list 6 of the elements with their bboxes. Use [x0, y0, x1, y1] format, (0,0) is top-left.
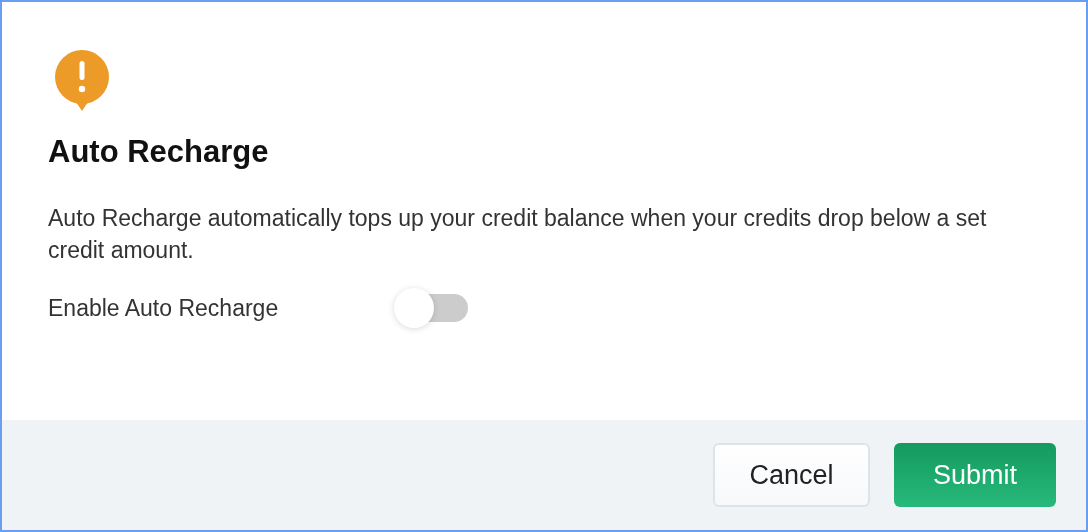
warning-icon	[54, 50, 110, 112]
toggle-label: Enable Auto Recharge	[48, 293, 280, 323]
toggle-switch[interactable]	[394, 288, 468, 328]
dialog-title: Auto Recharge	[48, 133, 270, 171]
cancel-button[interactable]: Cancel	[713, 443, 870, 507]
dialog-description: Auto Recharge automatically tops up your credit balance when your credits drop below a set credit amount.	[48, 204, 988, 265]
